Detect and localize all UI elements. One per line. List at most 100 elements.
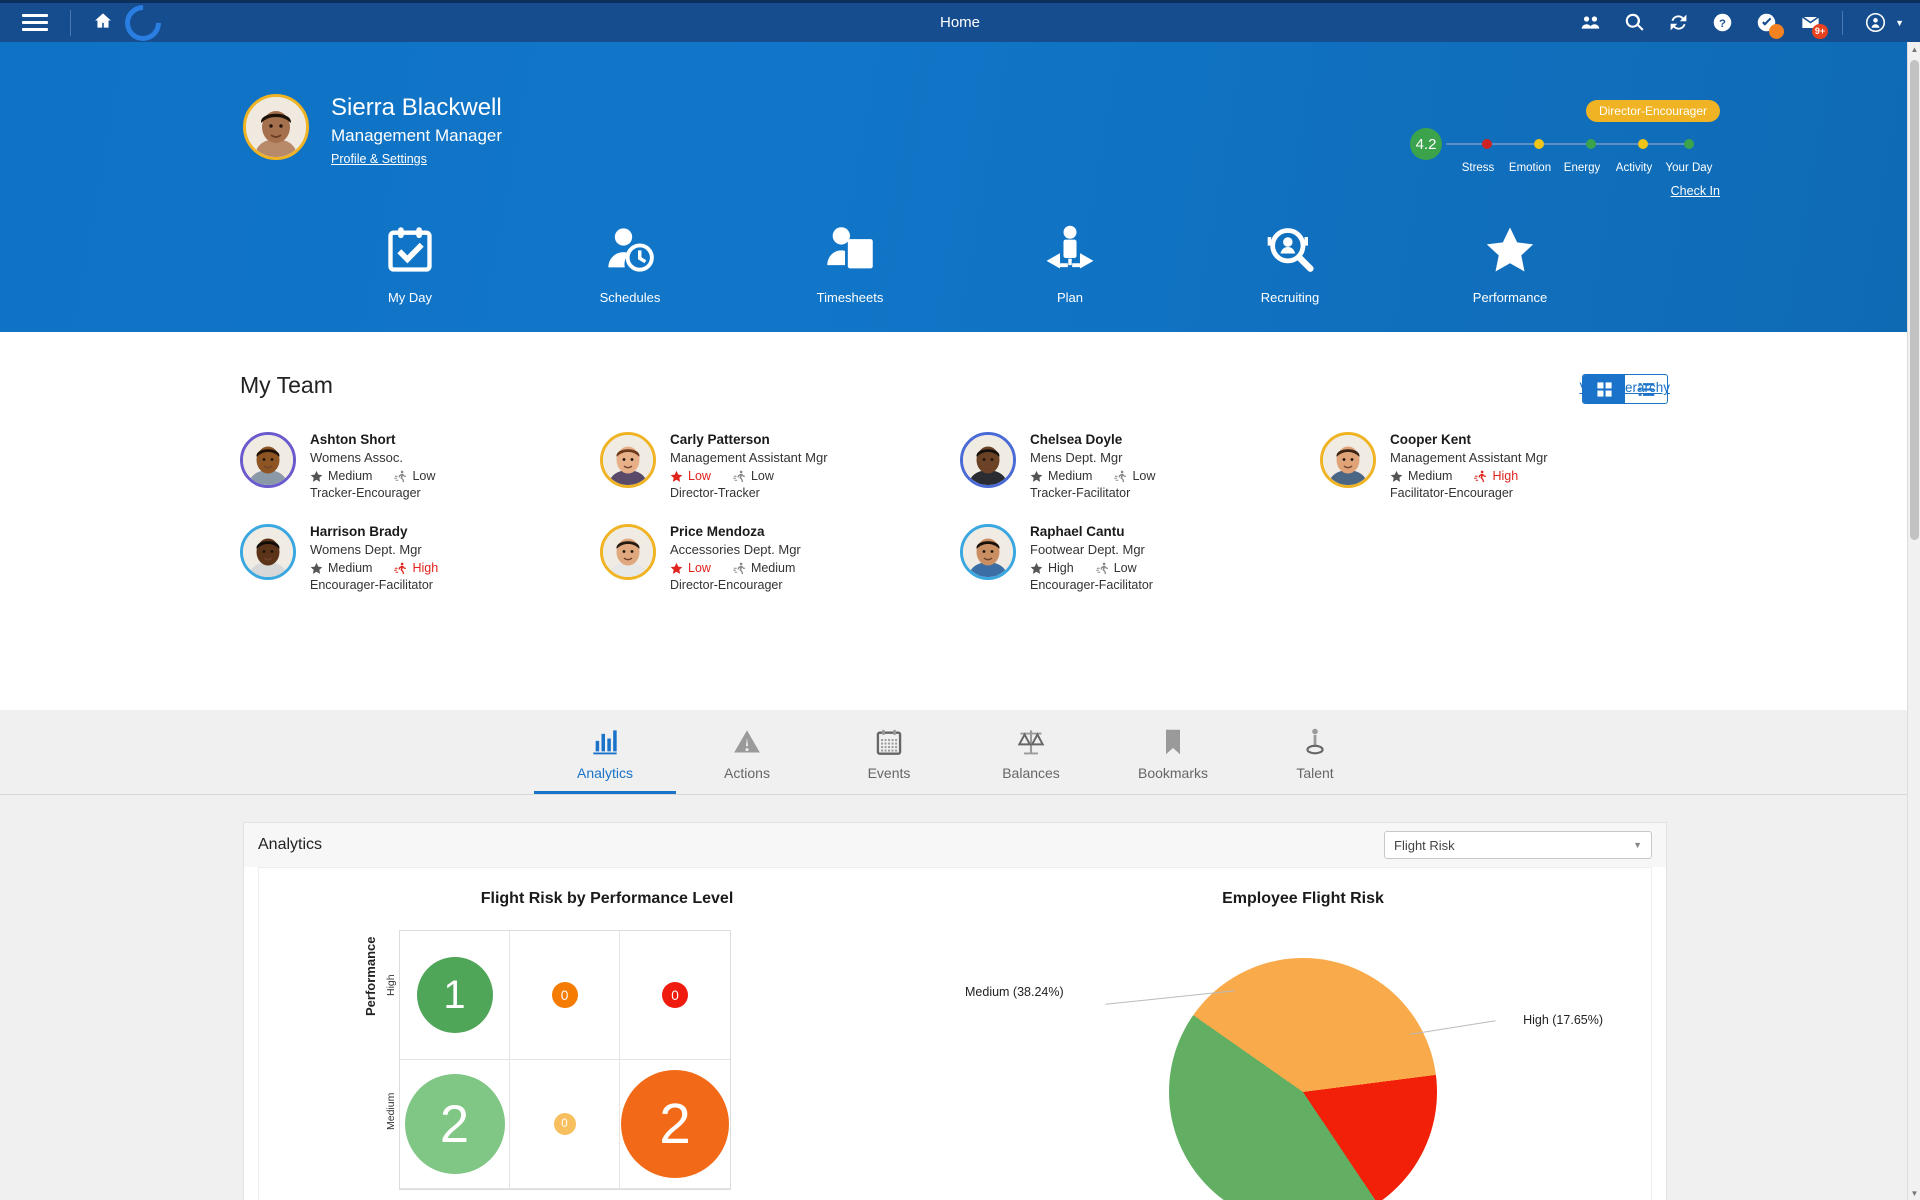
tab-analytics[interactable]: Analytics: [534, 728, 676, 794]
star-rating-icon: [310, 562, 323, 574]
search-icon[interactable]: [1622, 11, 1646, 35]
check-in-link[interactable]: Check In: [1671, 184, 1720, 198]
avatar[interactable]: [600, 524, 656, 580]
tab-bookmarks[interactable]: Bookmarks: [1102, 728, 1244, 794]
people-icon[interactable]: [1578, 11, 1602, 35]
metric-dot-emotion[interactable]: [1534, 139, 1544, 149]
pie-graphic[interactable]: [1169, 958, 1437, 1200]
tab-balances[interactable]: Balances: [960, 728, 1102, 794]
profile-settings-link[interactable]: Profile & Settings: [331, 152, 427, 166]
metric-dot-activity[interactable]: [1638, 139, 1648, 149]
wellbeing-score: 4.2: [1410, 128, 1442, 160]
tab-label: Actions: [724, 765, 770, 781]
report-select[interactable]: Flight Risk ▼: [1384, 831, 1652, 859]
scales-icon: [1017, 730, 1045, 755]
member-flight-risk: High: [412, 561, 439, 575]
member-stats: Medium Low: [310, 469, 435, 483]
nav-item-schedules[interactable]: Schedules: [520, 224, 740, 305]
topbar-actions: ? 9+ ▼: [1578, 10, 1920, 39]
nav-item-performance[interactable]: Performance: [1400, 224, 1620, 305]
scroll-down-icon[interactable]: ▼: [1908, 1186, 1920, 1200]
metric-dot-your-day[interactable]: [1684, 139, 1694, 149]
avatar[interactable]: [600, 432, 656, 488]
member-performance: Medium: [1048, 469, 1093, 483]
account-chevron-down-icon[interactable]: ▼: [1895, 18, 1904, 28]
matrix-bubble[interactable]: 2: [404, 1074, 505, 1174]
flight-risk-runner-icon: [1114, 470, 1127, 482]
tab-label: Bookmarks: [1137, 765, 1209, 781]
team-member-card[interactable]: Carly Patterson Management Assistant Mgr…: [600, 432, 960, 500]
scroll-up-icon[interactable]: ▲: [1908, 42, 1920, 56]
team-member-card[interactable]: Cooper Kent Management Assistant Mgr Med…: [1320, 432, 1680, 500]
avatar[interactable]: [243, 94, 309, 160]
flight-risk-runner-icon: [394, 470, 407, 482]
topbar-divider: [70, 9, 71, 36]
tab-actions[interactable]: Actions: [676, 728, 818, 794]
member-stats: Medium High: [1390, 469, 1548, 483]
team-member-card[interactable]: Chelsea Doyle Mens Dept. Mgr Medium Low …: [960, 432, 1320, 500]
matrix-bubble[interactable]: 2: [621, 1070, 729, 1178]
matrix-cell: 1: [400, 931, 510, 1060]
team-member-card[interactable]: Raphael Cantu Footwear Dept. Mgr High Lo…: [960, 524, 1320, 592]
matrix-bubble[interactable]: 0: [553, 1113, 576, 1135]
tab-label: Events: [867, 765, 911, 781]
home-icon[interactable]: [93, 11, 113, 34]
member-stats: Medium High: [310, 561, 438, 575]
member-flight-risk: Low: [1113, 561, 1137, 575]
avatar[interactable]: [240, 524, 296, 580]
matrix-bubble[interactable]: 0: [662, 982, 688, 1008]
flight-risk-matrix-chart: Flight Risk by Performance Level Perform…: [259, 868, 955, 1200]
person-clipboard-icon: [827, 227, 873, 269]
matrix-bubble[interactable]: 0: [551, 982, 578, 1008]
member-type: Encourager-Facilitator: [1030, 578, 1153, 592]
talent-person-icon: [1306, 728, 1324, 755]
avatar[interactable]: [1320, 432, 1376, 488]
member-performance: Medium: [328, 561, 373, 575]
team-member-card[interactable]: Ashton Short Womens Assoc. Medium Low Tr…: [240, 432, 600, 500]
hamburger-menu-icon[interactable]: [22, 10, 48, 35]
metric-dot-stress[interactable]: [1482, 139, 1492, 149]
scrollbar-thumb[interactable]: [1910, 60, 1919, 540]
metric-label-stress: Stress: [1461, 162, 1495, 174]
matrix-axis-label-performance: Performance: [363, 936, 378, 1016]
tab-talent[interactable]: Talent: [1244, 728, 1386, 794]
avatar[interactable]: [240, 432, 296, 488]
list-view-icon[interactable]: [1625, 375, 1667, 403]
member-performance: Low: [688, 469, 711, 483]
flight-risk-runner-icon: [733, 470, 745, 482]
page-scrollbar[interactable]: ▲ ▼: [1907, 42, 1920, 1200]
team-member-card[interactable]: Harrison Brady Womens Dept. Mgr Medium H…: [240, 524, 600, 592]
matrix-cell: 2: [400, 1060, 510, 1189]
nav-item-my-day[interactable]: My Day: [300, 224, 520, 305]
help-icon[interactable]: ?: [1710, 11, 1734, 35]
tab-events[interactable]: Events: [818, 728, 960, 794]
metric-label-your-day: Your Day: [1665, 162, 1713, 174]
pie-label-high: High (17.65%): [1523, 1013, 1603, 1027]
nav-item-recruiting[interactable]: Recruiting: [1180, 224, 1400, 305]
member-role: Womens Dept. Mgr: [310, 542, 422, 557]
matrix-bubble[interactable]: 1: [416, 957, 493, 1033]
avatar[interactable]: [960, 524, 1016, 580]
grid-view-icon[interactable]: [1583, 375, 1625, 403]
metric-dot-energy[interactable]: [1586, 139, 1596, 149]
nav-item-plan[interactable]: Plan: [960, 224, 1180, 305]
avatar[interactable]: [960, 432, 1016, 488]
member-name: Ashton Short: [310, 432, 396, 447]
brand-c-logo: [125, 5, 161, 41]
approvals-icon[interactable]: [1754, 11, 1785, 39]
calendar-check-icon: [388, 227, 432, 272]
refresh-icon[interactable]: [1666, 11, 1690, 35]
user-account-icon[interactable]: [1863, 11, 1887, 35]
member-flight-risk: Medium: [750, 561, 796, 575]
team-member-card[interactable]: Price Mendoza Accessories Dept. Mgr Low …: [600, 524, 960, 592]
nav-label-recruiting: Recruiting: [1260, 290, 1320, 305]
nav-item-timesheets[interactable]: Timesheets: [740, 224, 960, 305]
metric-label-energy: Energy: [1563, 162, 1601, 174]
member-flight-risk: Low: [750, 469, 774, 483]
wellbeing-labels: Stress Emotion Energy Activity Your Day: [1452, 162, 1722, 174]
mail-icon[interactable]: 9+: [1798, 11, 1829, 39]
metric-label-activity: Activity: [1615, 162, 1653, 174]
member-performance: Medium: [328, 469, 373, 483]
analytics-panel: Analytics Flight Risk ▼ Flight Risk by P…: [243, 822, 1667, 1200]
nav-label-schedules: Schedules: [599, 290, 661, 305]
